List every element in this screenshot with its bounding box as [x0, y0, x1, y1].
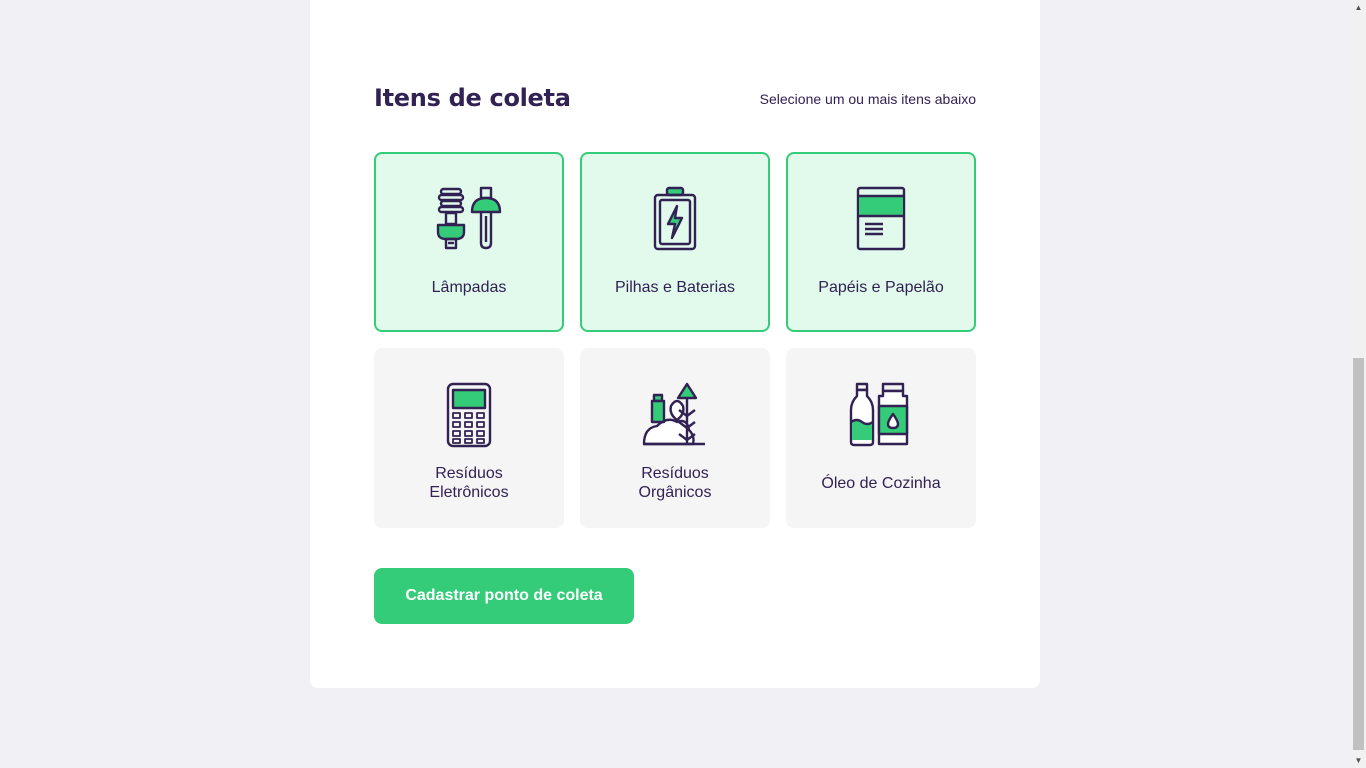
- item-label: Resíduos Eletrônicos: [429, 465, 509, 501]
- battery-icon: [641, 186, 709, 252]
- organic-icon: [641, 382, 709, 448]
- paper-icon: [847, 186, 915, 252]
- item-oleo-cozinha[interactable]: Óleo de Cozinha: [786, 348, 976, 528]
- scroll-down-arrow-icon[interactable]: ▼: [1351, 753, 1366, 768]
- lamps-icon: [435, 186, 503, 252]
- item-pilhas-baterias[interactable]: Pilhas e Baterias: [580, 152, 770, 332]
- item-label: Óleo de Cozinha: [821, 474, 941, 492]
- section-subtitle: Selecione um ou mais itens abaixo: [759, 91, 976, 107]
- item-label: Lâmpadas: [431, 278, 507, 296]
- oil-icon: [847, 382, 915, 448]
- register-collection-point-button[interactable]: Cadastrar ponto de coleta: [374, 568, 634, 624]
- item-lampadas[interactable]: Lâmpadas: [374, 152, 564, 332]
- form-card: Itens de coleta Selecione um ou mais ite…: [310, 0, 1040, 688]
- item-papeis-papelao[interactable]: Papéis e Papelão: [786, 152, 976, 332]
- scrollbar-thumb[interactable]: [1353, 358, 1364, 750]
- vertical-scrollbar[interactable]: ▲ ▼: [1351, 0, 1366, 768]
- item-label: Resíduos Orgânicos: [638, 465, 712, 501]
- electronics-icon: [435, 382, 503, 448]
- section-title: Itens de coleta: [374, 84, 571, 112]
- item-label: Papéis e Papelão: [818, 278, 944, 296]
- scroll-up-arrow-icon[interactable]: ▲: [1351, 0, 1366, 15]
- item-label: Pilhas e Baterias: [614, 278, 736, 296]
- item-residuos-organicos[interactable]: Resíduos Orgânicos: [580, 348, 770, 528]
- items-grid: Lâmpadas Pilhas e Baterias Papéis e Pape…: [374, 152, 976, 528]
- item-residuos-eletronicos[interactable]: Resíduos Eletrônicos: [374, 348, 564, 528]
